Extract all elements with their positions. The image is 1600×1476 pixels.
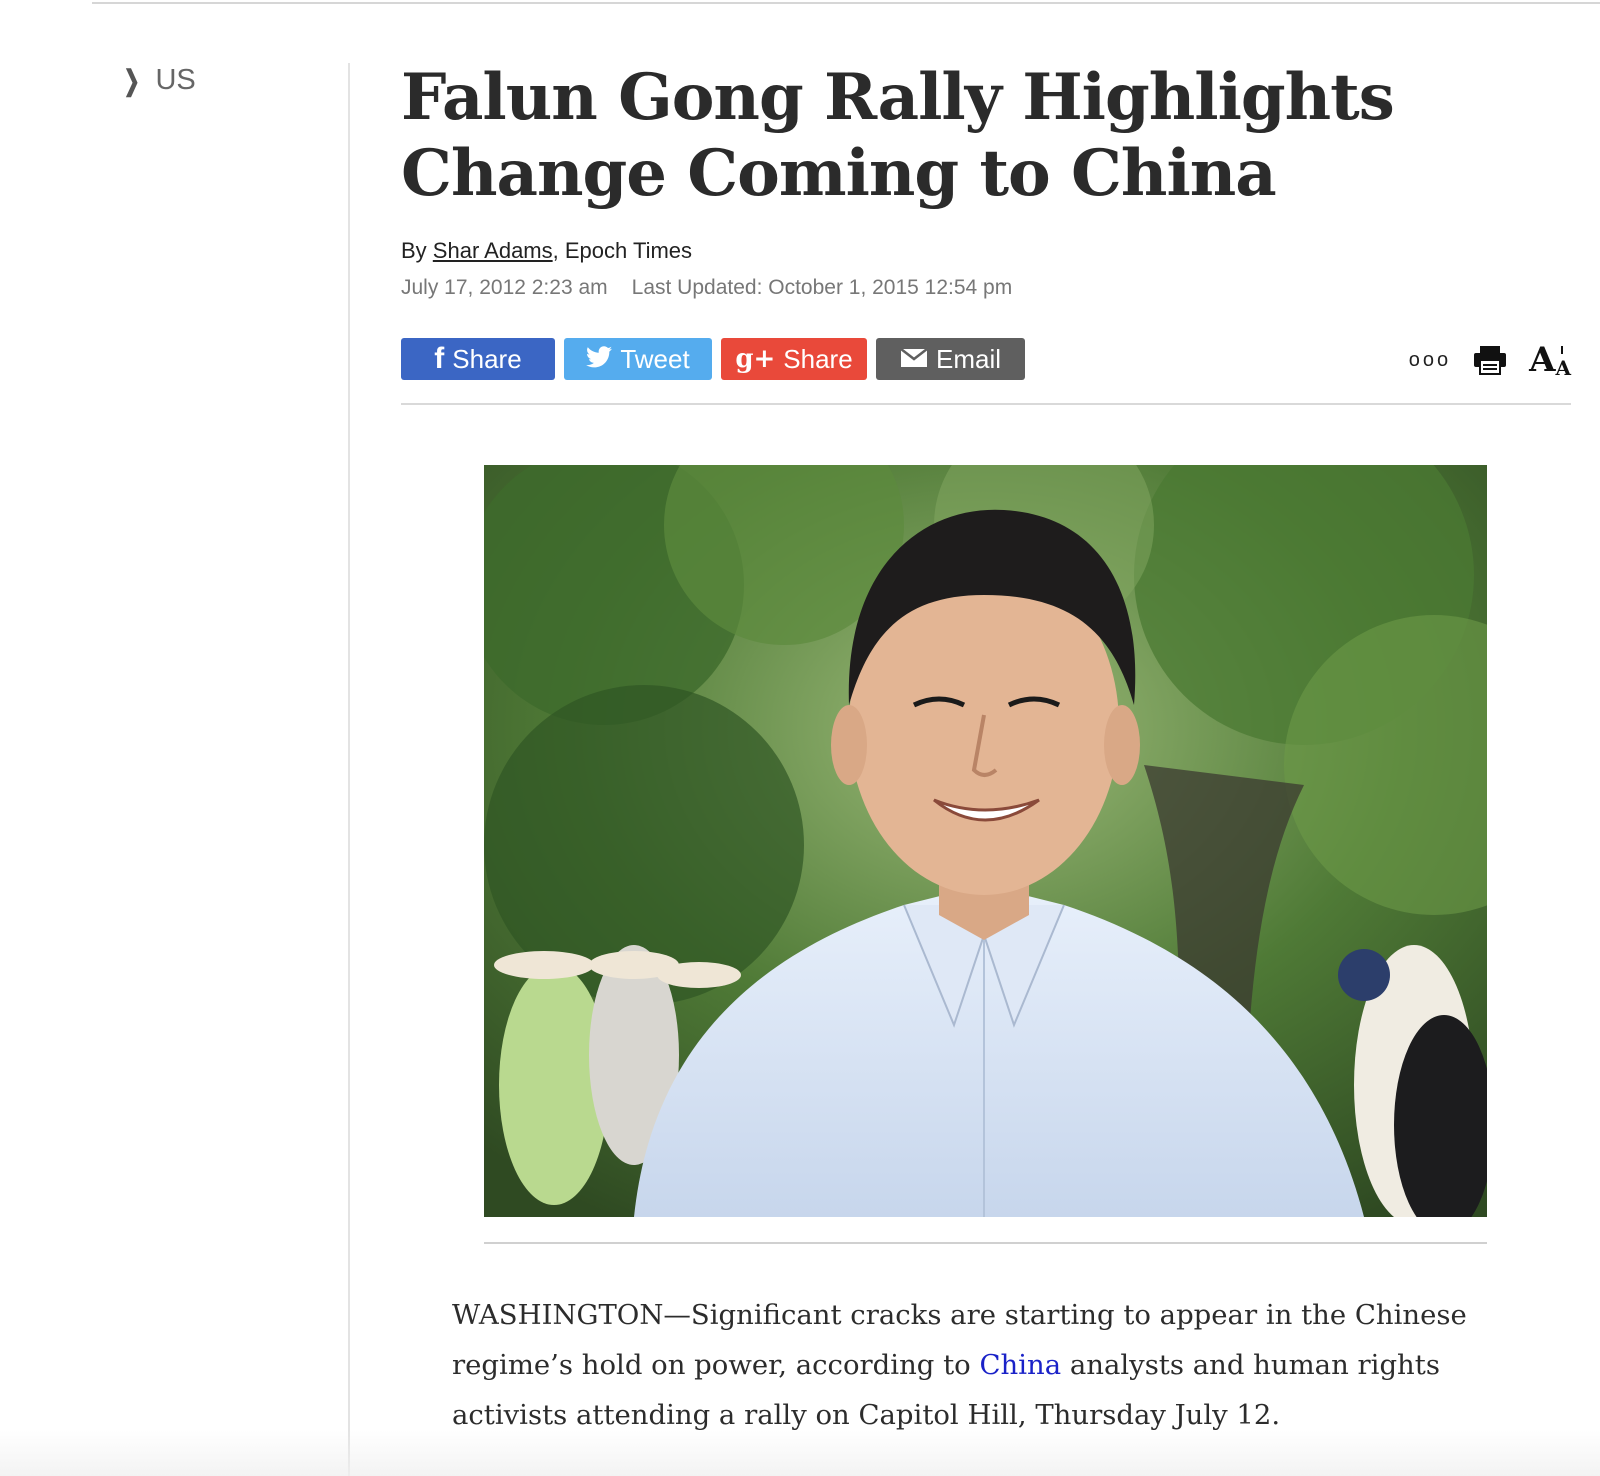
facebook-share-button[interactable]: f Share — [401, 338, 555, 380]
envelope-icon — [900, 344, 928, 375]
googleplus-share-button[interactable]: g+ Share — [721, 338, 867, 380]
byline-separator: , — [552, 238, 565, 263]
twitter-tweet-button[interactable]: Tweet — [564, 338, 712, 380]
breadcrumb-label: US — [155, 64, 196, 96]
published-date: July 17, 2012 2:23 am — [401, 276, 608, 299]
sidebar-divider — [348, 63, 350, 1476]
byline-outlet: Epoch Times — [564, 238, 693, 263]
article: Falun Gong Rally Highlights Change Comin… — [401, 60, 1571, 1431]
text-size-icon[interactable]: AA — [1529, 340, 1571, 380]
share-bar: f Share Tweet g+ Share Email ooo A A — [401, 338, 1571, 382]
text-size-small-glyph: A — [1555, 346, 1571, 380]
portrait-photo-illustration — [484, 465, 1487, 1217]
more-options-icon[interactable]: ooo — [1409, 349, 1451, 372]
article-dates: July 17, 2012 2:23 am Last Updated: Octo… — [401, 276, 1571, 300]
email-share-button[interactable]: Email — [876, 338, 1025, 380]
googleplus-icon: g+ — [735, 344, 776, 374]
facebook-share-label: Share — [452, 343, 522, 374]
text-size-large-glyph: A — [1529, 340, 1556, 380]
article-photo — [484, 465, 1487, 1217]
sidebar: ❯ US — [0, 0, 349, 1476]
twitter-tweet-label: Tweet — [620, 343, 690, 374]
page: ❯ US Falun Gong Rally Highlights Change … — [0, 0, 1600, 1476]
bottom-fade — [0, 1430, 1600, 1476]
facebook-icon: f — [434, 342, 445, 375]
photo-divider — [484, 1242, 1487, 1244]
googleplus-share-label: Share — [783, 343, 853, 374]
article-headline: Falun Gong Rally Highlights Change Comin… — [401, 60, 1395, 211]
byline-prefix: By — [401, 238, 433, 263]
chevron-right-icon: ❯ — [123, 65, 140, 96]
byline: By Shar Adams, Epoch Times — [401, 238, 1571, 264]
article-tools: ooo AA — [1409, 338, 1571, 382]
twitter-bird-icon — [586, 344, 613, 375]
email-share-label: Email — [935, 343, 1001, 374]
breadcrumb-us[interactable]: ❯ US — [120, 64, 196, 97]
china-topic-link[interactable]: China — [979, 1349, 1061, 1381]
author-link[interactable]: Shar Adams — [433, 238, 553, 263]
updated-date: Last Updated: October 1, 2015 12:54 pm — [631, 276, 1013, 299]
article-lead-paragraph: WASHINGTON—Significant cracks are starti… — [452, 1290, 1522, 1440]
share-bar-divider — [401, 403, 1571, 405]
print-icon[interactable] — [1473, 345, 1507, 375]
